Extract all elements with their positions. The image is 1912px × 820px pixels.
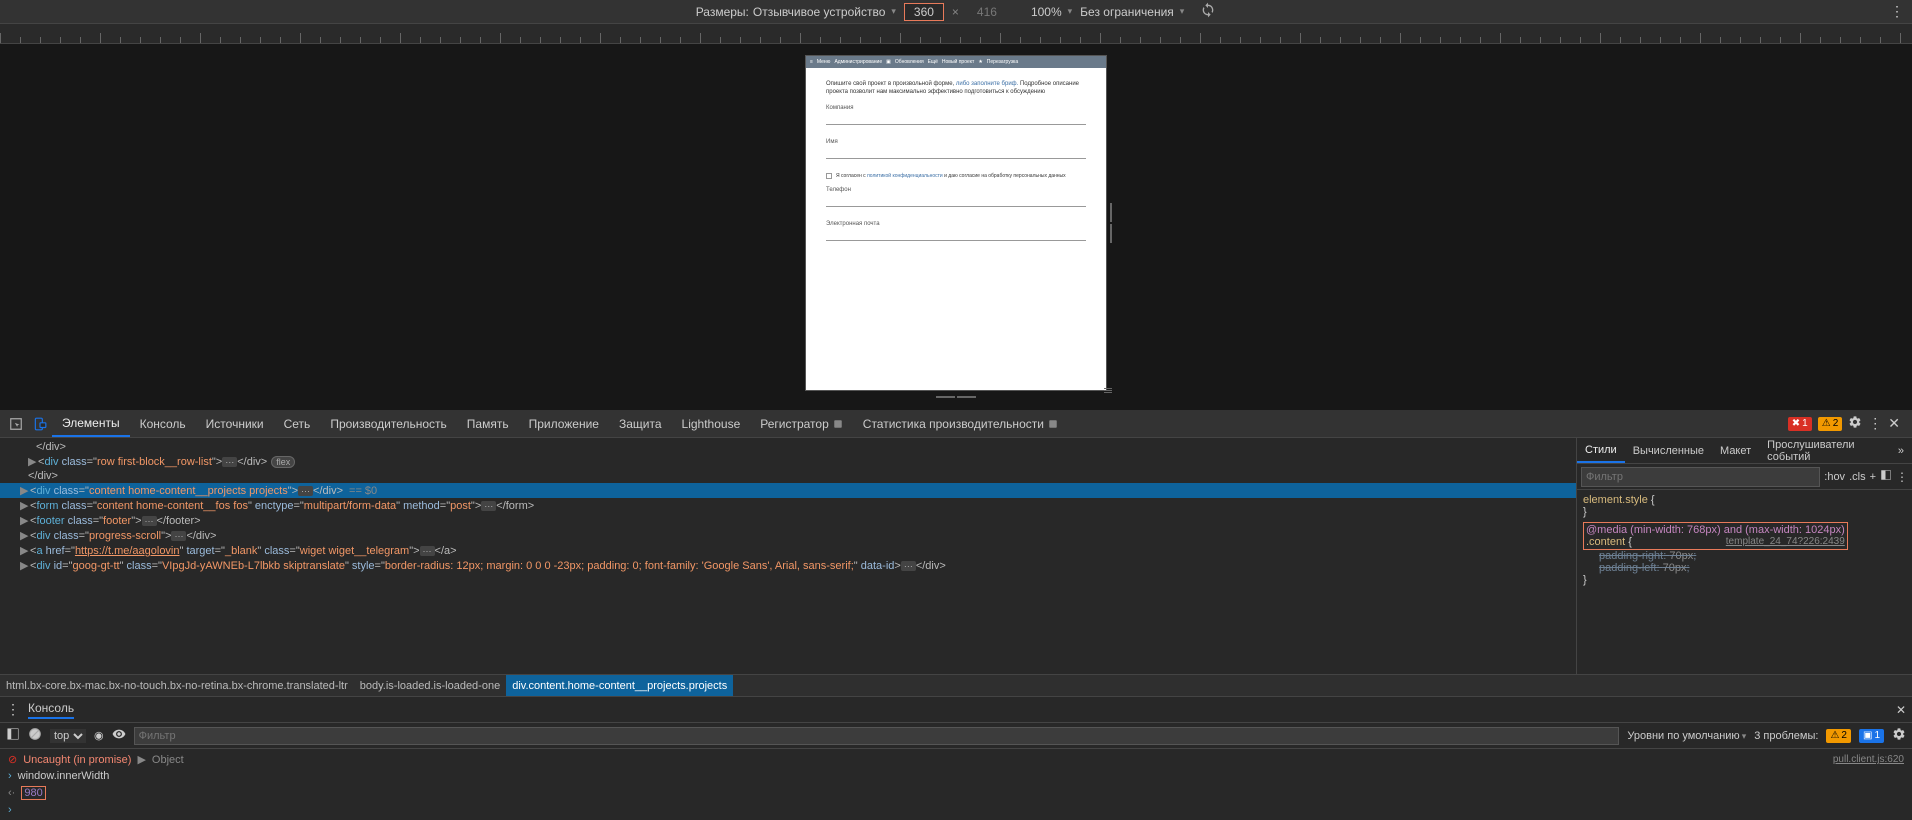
styles-pane-icon[interactable] [1880,469,1892,484]
dimension-separator: × [952,5,959,19]
tab-console[interactable]: Консоль [130,410,196,437]
form-description: Опишите свой проект в произвольной форме… [826,80,1086,97]
error-icon: ⊘ [8,753,17,766]
console-filter-input[interactable] [134,727,1620,745]
settings-icon[interactable] [1848,415,1862,432]
tab-application[interactable]: Приложение [519,410,609,437]
viewport-area: ≡Меню Администрирование ▣ Обновления Ещё… [0,44,1912,410]
zoom-dropdown[interactable]: 100% [1031,5,1072,19]
tab-recorder[interactable]: Регистратор [750,410,853,437]
crumb-html[interactable]: html.bx-core.bx-mac.bx-no-touch.bx-no-re… [0,675,354,696]
privacy-link[interactable]: политикой конфиденциальности [867,173,943,179]
tab-network[interactable]: Сеть [274,410,321,437]
issues-label[interactable]: 3 проблемы: [1754,730,1818,742]
issue-warn-badge[interactable]: ⚠ 2 [1826,729,1851,743]
log-levels-dropdown[interactable]: Уровни по умолчанию [1627,730,1746,742]
console-error-line[interactable]: ⊘ Uncaught (in promise) ▶ Object pull.cl… [0,751,1912,768]
console-input-line[interactable]: › window.innerWidth [0,768,1912,784]
device-frame[interactable]: ≡Меню Администрирование ▣ Обновления Ещё… [806,56,1106,390]
crumb-div[interactable]: div.content.home-content__projects.proje… [506,675,733,696]
dimensions-dropdown[interactable]: Размеры: Отзывчивое устройство [696,5,896,19]
tab-elements[interactable]: Элементы [52,410,130,437]
styles-more-icon[interactable]: » [1890,438,1912,463]
devtools-menu-icon[interactable]: ⋮ [1868,415,1882,432]
elements-tree[interactable]: </div> ▶<div class="row first-block__row… [0,438,1576,674]
cls-toggle[interactable]: .cls [1849,471,1866,483]
styles-tab-computed[interactable]: Вычисленные [1625,438,1712,463]
consent-row[interactable]: Я согласен с политикой конфиденциальност… [826,173,1086,179]
close-devtools-icon[interactable]: ✕ [1888,415,1900,432]
phone-label: Телефон [826,187,1086,193]
drawer-close-icon[interactable]: ✕ [1896,703,1906,717]
tab-memory[interactable]: Память [457,410,519,437]
resize-handle-corner[interactable] [1104,388,1114,398]
console-output[interactable]: ⊘ Uncaught (in promise) ▶ Object pull.cl… [0,749,1912,820]
console-eye-icon[interactable] [112,727,126,744]
devtools-panel: Элементы Консоль Источники Сеть Производ… [0,410,1912,820]
crumb-body[interactable]: body.is-loaded.is-loaded-one [354,675,506,696]
height-input[interactable]: 416 [967,5,1007,19]
console-settings-icon[interactable] [1892,727,1906,744]
device-toolbar-menu-icon[interactable]: ⋮ [1890,3,1904,20]
tab-sources[interactable]: Источники [196,410,274,437]
name-field[interactable]: Имя [826,139,1086,159]
styles-menu-icon[interactable]: ⋮ [1896,470,1908,484]
device-toolbar: Размеры: Отзывчивое устройство × 416 100… [0,0,1912,24]
styles-filter-input[interactable] [1581,467,1820,487]
tab-security[interactable]: Защита [609,410,672,437]
inspect-icon[interactable] [4,417,28,431]
dimensions-label: Размеры: [696,5,749,19]
rotate-icon[interactable] [1200,2,1216,21]
drawer-menu-icon[interactable]: ⋮ [6,701,20,718]
console-sidebar-icon[interactable] [6,727,20,744]
brief-link[interactable]: либо заполните бриф. [956,81,1018,87]
email-field[interactable]: Электронная почта [826,221,1086,241]
styles-tab-styles[interactable]: Стили [1577,438,1625,463]
context-selector[interactable]: top [50,729,86,743]
resize-handle-right[interactable] [1110,203,1116,243]
consent-checkbox[interactable] [826,173,832,179]
device-mode-icon[interactable] [28,417,52,431]
breadcrumb-bar[interactable]: html.bx-core.bx-mac.bx-no-touch.bx-no-re… [0,674,1912,696]
tab-perfstats[interactable]: Статистика производительности [853,410,1068,437]
hov-toggle[interactable]: :hov [1824,471,1845,483]
tab-lighthouse[interactable]: Lighthouse [672,410,751,437]
width-input[interactable] [904,3,944,21]
name-label: Имя [826,139,1086,145]
throttling-dropdown[interactable]: Без ограничения [1080,5,1184,19]
console-result-line: ‹· 980 [0,784,1912,802]
styles-panel: Стили Вычисленные Макет Прослушиватели с… [1576,438,1912,674]
new-rule-icon[interactable]: + [1870,471,1876,483]
tab-performance[interactable]: Производительность [320,410,456,437]
console-clear-icon[interactable] [28,727,42,744]
company-field[interactable]: Компания [826,105,1086,125]
issue-info-badge[interactable]: ▣ 1 [1859,729,1884,743]
styles-tab-layout[interactable]: Макет [1712,438,1759,463]
console-drawer: ⋮ Консоль ✕ top ◉ Уровни по умолчанию 3 … [0,696,1912,820]
drawer-tab-console[interactable]: Консоль [28,701,74,719]
error-badge[interactable]: ✖ 1 [1788,417,1812,431]
phone-field[interactable]: Телефон [826,187,1086,207]
resize-handle-bottom[interactable] [936,396,976,400]
error-source-link[interactable]: pull.client.js:620 [1833,754,1904,765]
warning-badge[interactable]: ⚠ 2 [1818,417,1843,431]
ruler [0,24,1912,44]
styles-tab-listeners[interactable]: Прослушиватели событий [1759,438,1890,463]
device-name: Отзывчивое устройство [753,5,886,19]
page-header: ≡Меню Администрирование ▣ Обновления Ещё… [806,56,1106,68]
devtools-tab-bar: Элементы Консоль Источники Сеть Производ… [0,410,1912,438]
email-label: Электронная почта [826,221,1086,227]
company-label: Компания [826,105,1086,111]
console-prompt[interactable]: › [0,802,1912,818]
rule-source-link[interactable]: template_24_74?226:2439 [1726,536,1845,547]
